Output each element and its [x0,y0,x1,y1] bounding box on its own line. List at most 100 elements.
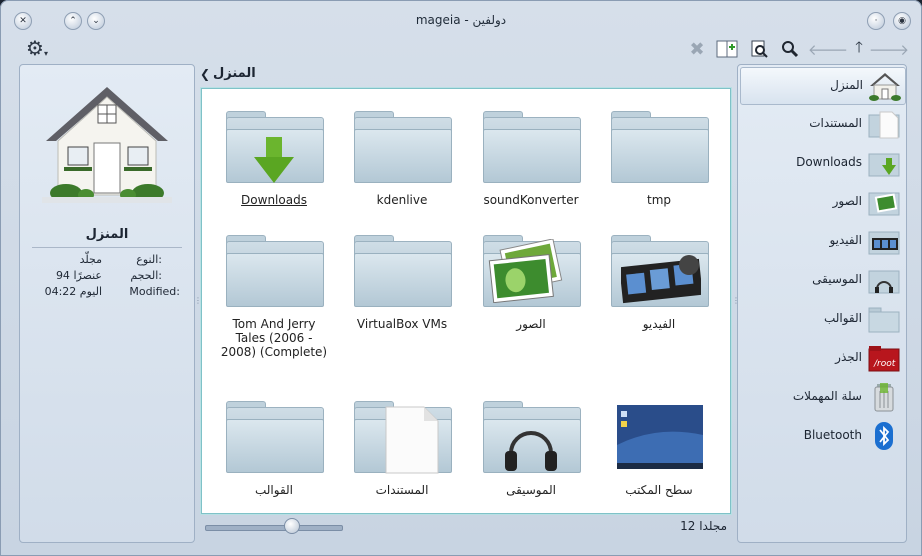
folder-icon [483,397,581,473]
app-icon: ◉ [898,15,906,26]
folder-item-desktop[interactable]: سطح المكتب [599,397,719,497]
folder-item-virtualbox[interactable]: VirtualBox VMs [342,231,462,331]
info-value: 94 عنصرًا [55,269,102,282]
dot-icon: · [874,15,878,26]
place-downloads[interactable]: Downloads [740,145,904,181]
folder-item-documents[interactable]: المستندات [342,397,462,497]
download-arrow-icon [254,137,294,183]
documents-folder-icon [868,111,900,139]
pictures-folder-icon [868,192,900,216]
trash-icon [874,383,894,412]
downloads-folder-icon [868,153,900,177]
back-button[interactable]: 🡐 [808,38,848,60]
folder-icon [483,231,581,307]
window-shade-button[interactable]: ◉ [893,12,911,30]
place-label: المستندات [809,116,862,130]
zoom-slider-handle[interactable] [283,518,300,534]
splitter-handle[interactable]: ⋮ [732,296,740,305]
bluetooth-icon [875,422,893,450]
info-key: النوع: [136,253,162,266]
folder-label: kdenlive [376,193,428,207]
document-icon [385,406,439,474]
split-icon [716,40,738,58]
folder-label: سطح المكتب [625,483,693,497]
split-view-button[interactable] [716,38,738,60]
search-button[interactable] [779,38,801,60]
folder-item-tmp[interactable]: tmp [599,107,719,207]
info-title: المنزل [85,227,129,242]
desktop-icon [611,397,707,473]
folder-icon [354,231,452,307]
folder-item-music[interactable]: الموسيقى [471,397,591,497]
folder-item-downloads[interactable]: Downloads [214,107,334,207]
arrow-left-icon: 🡐 [807,40,849,59]
folder-icon [611,231,709,307]
forward-button[interactable]: 🡒 [869,38,909,60]
folder-label: soundKonverter [483,193,579,207]
file-view[interactable]: Downloads kdenlive soundKonverter tmp To… [201,88,731,514]
place-root[interactable]: الجذر /root [740,340,904,376]
folder-item-tom-and-jerry[interactable]: Tom And Jerry Tales (2006 - 2008) (Compl… [214,231,334,359]
splitter-handle[interactable]: ⋮ [194,296,202,305]
film-icon [621,255,701,304]
folder-label: القوالب [254,483,294,497]
folder-item-videos[interactable]: الفيديو [599,231,719,331]
close-icon: ✖ [689,38,705,60]
information-panel: المنزل النوع: مجلّد الحجم: 94 عنصرًا Mod… [19,64,195,543]
up-button[interactable]: 🡑 [848,38,870,60]
breadcrumb-item[interactable]: المنزل [213,66,256,81]
folder-label: Tom And Jerry Tales (2006 - 2008) (Compl… [220,317,328,359]
place-label: المنزل [830,78,863,92]
place-label: الفيديو [829,233,862,247]
place-label: الصور [832,194,862,208]
info-row-modified: Modified: اليوم 04:22 [20,285,194,300]
status-bar: 12 مجلدا [200,514,730,540]
place-pictures[interactable]: الصور [740,184,904,220]
preview-button[interactable] [748,38,770,60]
folder-label: الصور [516,317,546,331]
home-icon [42,87,172,203]
folder-label: الفيديو [642,317,676,331]
info-value: مجلّد [79,253,102,266]
place-documents[interactable]: المستندات [740,106,904,142]
folder-label: Downloads [241,193,307,207]
templates-folder-icon [868,307,900,333]
close-split-button[interactable]: ✖ [686,38,708,60]
window-title: mageia - دولفين [415,13,507,27]
gear-icon: ⚙ [26,36,44,60]
place-label: الموسيقى [812,272,862,286]
music-folder-icon [868,270,900,294]
place-label: Downloads [796,155,862,169]
place-label: القوالب [823,311,862,325]
folder-item-kdenlive[interactable]: kdenlive [342,107,462,207]
folder-icon [483,107,581,183]
info-key: Modified: [129,285,180,298]
place-home[interactable]: المنزل [740,67,906,105]
places-panel: المنزل المستندات Downloads الصور الفيديو… [737,64,907,543]
folder-item-templates[interactable]: القوالب [214,397,334,497]
place-videos[interactable]: الفيديو [740,223,904,259]
toolbar: ⚙ ▾ ✖ 🡐 🡑 🡒 [0,36,922,62]
chevron-down-icon: ▾ [43,48,48,58]
info-row-size: الحجم: 94 عنصرًا [20,269,194,284]
chevron-left-icon: ❮ [200,67,211,81]
search-icon [782,41,799,58]
window-menu-button[interactable]: · [867,12,885,30]
preview-icon [751,40,768,58]
videos-folder-icon [868,231,900,255]
folder-icon [226,107,324,183]
svg-text:/root: /root [873,359,896,369]
zoom-slider[interactable] [205,525,343,531]
folder-item-pictures[interactable]: الصور [471,231,591,331]
folder-icon [226,231,324,307]
place-templates[interactable]: القوالب [740,301,904,337]
breadcrumb: ❮ المنزل [200,64,730,86]
place-music[interactable]: الموسيقى [740,262,904,298]
place-trash[interactable]: سلة المهملات [740,379,904,415]
folder-label: المستندات [375,483,429,497]
dolphin-window: ✕ ⌃ ⌄ mageia - دولفين · ◉ ⚙ ▾ ✖ 🡐 🡑 🡒 ال… [0,0,922,556]
status-text: 12 مجلدا [680,519,727,533]
place-bluetooth[interactable]: Bluetooth [740,418,904,454]
settings-button[interactable]: ⚙ ▾ [26,36,48,60]
folder-item-soundkonverter[interactable]: soundKonverter [471,107,591,207]
